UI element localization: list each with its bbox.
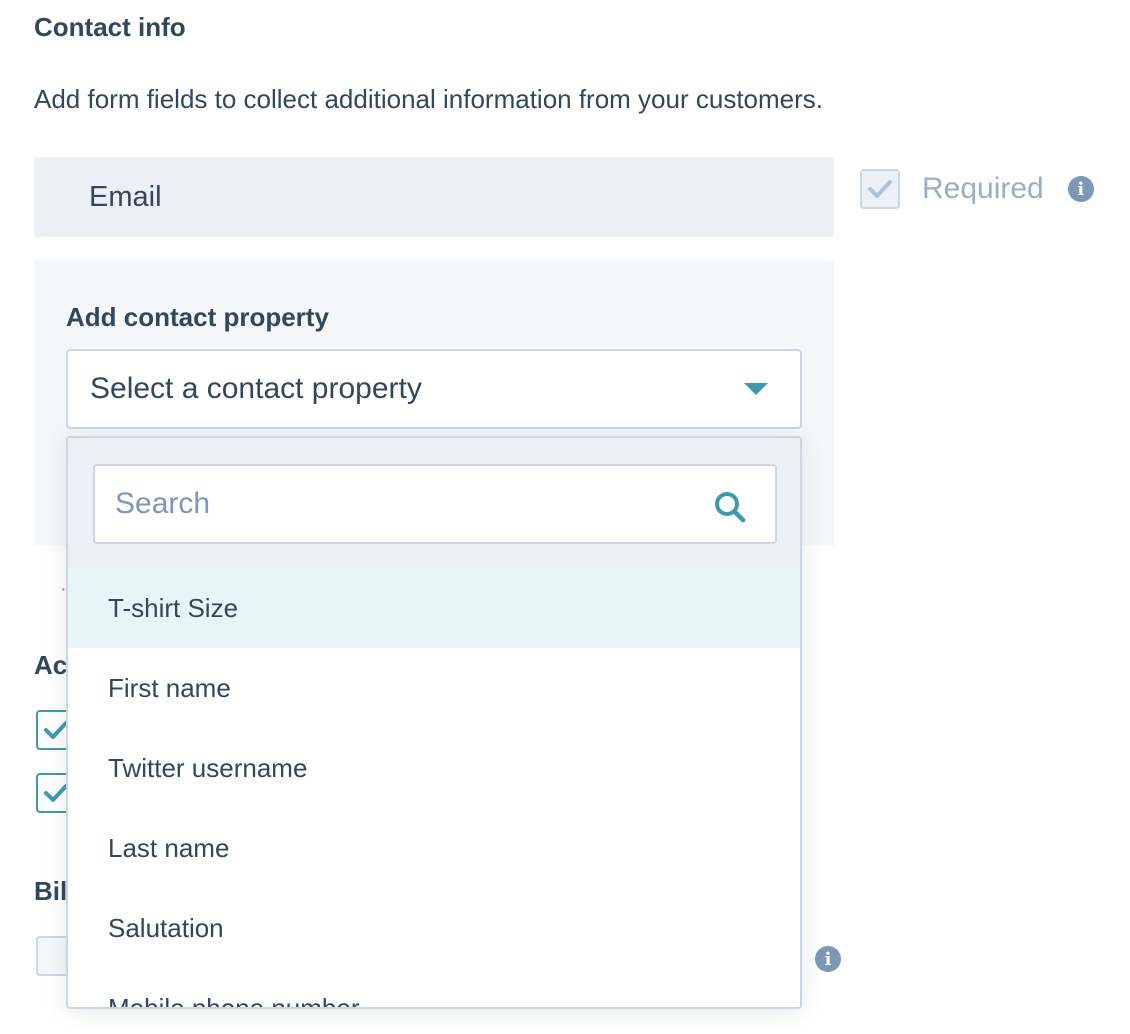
option-label: Twitter username	[108, 752, 308, 783]
info-icon[interactable]: i	[1067, 176, 1094, 202]
caret-down-icon	[744, 383, 768, 395]
dropdown-option[interactable]: Mobile phone number	[68, 968, 800, 1009]
search-input[interactable]	[95, 466, 695, 542]
property-dropdown-menu: T-shirt Size First name Twitter username…	[66, 436, 802, 1009]
dropdown-options-list: T-shirt Size First name Twitter username…	[68, 568, 800, 1009]
partial-section-heading: Bil	[34, 876, 68, 906]
required-checkbox[interactable]	[860, 169, 900, 209]
email-field-row[interactable]: Email	[34, 157, 834, 237]
search-icon[interactable]	[713, 490, 747, 524]
info-icon[interactable]: i	[815, 946, 841, 972]
contact-info-settings: Contact info Add form fields to collect …	[0, 0, 1130, 1034]
option-label: Mobile phone number	[108, 992, 360, 1009]
required-toggle: Required i	[860, 168, 1094, 210]
option-label: First name	[108, 672, 231, 703]
section-description: Add form fields to collect additional in…	[34, 84, 824, 114]
partial-section-heading: Ac	[34, 650, 68, 680]
select-placeholder: Select a contact property	[90, 372, 422, 405]
dropdown-option[interactable]: Last name	[68, 808, 800, 888]
option-label: Salutation	[108, 912, 224, 943]
required-label: Required	[922, 172, 1044, 205]
add-property-label: Add contact property	[66, 302, 329, 332]
section-title: Contact info	[34, 12, 186, 42]
option-label: T-shirt Size	[108, 592, 239, 623]
option-label: Last name	[108, 832, 230, 863]
dropdown-option[interactable]: First name	[68, 648, 800, 728]
contact-property-select[interactable]: Select a contact property	[66, 349, 802, 429]
checkmark-icon	[868, 180, 892, 198]
dropdown-search-area	[68, 438, 800, 570]
dropdown-option[interactable]: T-shirt Size	[68, 568, 800, 648]
dropdown-option[interactable]: Twitter username	[68, 728, 800, 808]
email-field-label: Email	[89, 180, 162, 213]
search-box	[93, 464, 777, 544]
dropdown-option[interactable]: Salutation	[68, 888, 800, 968]
